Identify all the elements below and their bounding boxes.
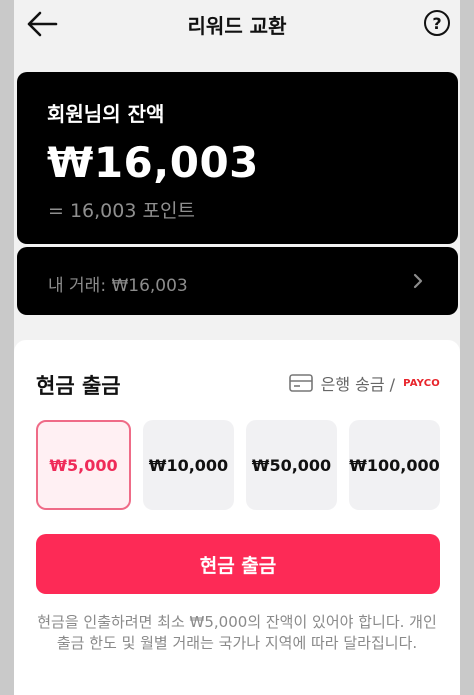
- my-transactions-label: 내 거래: ₩16,003: [48, 276, 188, 296]
- help-icon: ?: [424, 10, 450, 36]
- amount-option-5000[interactable]: ₩5,000: [36, 420, 131, 510]
- withdraw-button[interactable]: 현금 출금: [36, 534, 440, 594]
- withdraw-notice: 현금을 인출하려면 최소 ₩5,000의 잔액이 있어야 합니다. 개인 출금 …: [37, 613, 437, 652]
- reward-exchange-screen: 리워드 교환 ? 회원님의 잔액 ₩16,003 = 16,003 포인트 내 …: [0, 0, 474, 695]
- withdraw-method-label: 은행 송금 /: [320, 375, 396, 394]
- amount-option-100000[interactable]: ₩100,000: [349, 420, 440, 510]
- page-title: 리워드 교환: [187, 14, 287, 38]
- amount-option-50000[interactable]: ₩50,000: [246, 420, 337, 510]
- balance-points: = 16,003 포인트: [48, 200, 195, 222]
- content-sheet: 리워드 교환 ? 회원님의 잔액 ₩16,003 = 16,003 포인트 내 …: [14, 0, 460, 695]
- help-button[interactable]: ?: [422, 8, 452, 38]
- top-bar: 리워드 교환 ?: [14, 0, 460, 52]
- withdraw-title: 현금 출금: [36, 374, 121, 398]
- chevron-right-icon: [413, 273, 423, 289]
- balance-label: 회원님의 잔액: [47, 102, 165, 126]
- amount-options: ₩5,000 ₩10,000 ₩50,000 ₩100,000: [36, 420, 440, 510]
- amount-option-10000[interactable]: ₩10,000: [143, 420, 234, 510]
- withdraw-method[interactable]: 은행 송금 / PAYCO: [288, 371, 440, 395]
- balance-card: 회원님의 잔액 ₩16,003 = 16,003 포인트: [17, 72, 458, 244]
- payco-logo: PAYCO: [403, 377, 440, 389]
- card-icon: [288, 374, 313, 392]
- balance-amount: ₩16,003: [47, 138, 259, 187]
- cash-withdraw-panel: 현금 출금 은행 송금 / PAYCO ₩5,000 ₩10,000 ₩50,0…: [14, 340, 460, 695]
- my-transactions-row[interactable]: 내 거래: ₩16,003: [17, 247, 458, 315]
